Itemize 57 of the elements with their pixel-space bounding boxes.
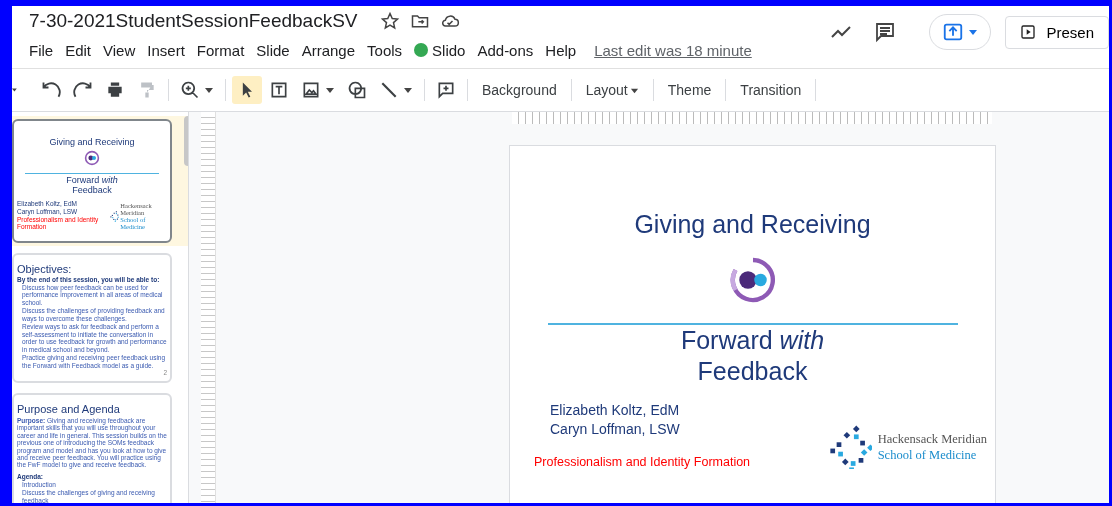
caret-icon [403, 85, 413, 95]
menu-item[interactable]: View [97, 39, 142, 61]
menu-item[interactable]: Edit [59, 39, 98, 61]
present-button[interactable]: Presen [1005, 15, 1109, 49]
slide-title: Giving and Receiving [634, 210, 871, 239]
caret-icon[interactable] [12, 86, 20, 94]
star-icon[interactable] [379, 11, 400, 31]
textbox-icon [269, 80, 289, 100]
menu-item[interactable]: Add-ons [471, 39, 540, 61]
thumbnail-heading: Purpose and Agenda [17, 402, 121, 415]
thumbnail-subtitle: Forward with [65, 176, 119, 186]
author-name: Caryn Loffman, LSW [550, 420, 681, 439]
thumbnail-title: Giving and Receiving [48, 137, 136, 147]
menu-item[interactable]: Insert [141, 39, 191, 61]
menu-item[interactable]: Arrange [295, 39, 362, 61]
play-icon [1020, 24, 1037, 40]
toolbar-button[interactable]: Transition [732, 78, 810, 102]
thumbnail-heading: Objectives: [17, 263, 73, 275]
zoom-icon [180, 80, 200, 100]
menu-item[interactable]: Help [539, 39, 583, 61]
toolbar-button[interactable]: Layout [577, 78, 647, 102]
logo-icon [84, 150, 100, 166]
menu-item[interactable]: Format [190, 39, 251, 61]
logo-text: Hackensack Meridian [877, 431, 987, 447]
author-name: Elizabeth Koltz, EdM [550, 401, 681, 420]
caret-icon [968, 27, 979, 37]
menu-item[interactable]: Slido [408, 39, 472, 61]
caret-icon [325, 85, 335, 95]
print-icon [105, 80, 125, 100]
school-logo-icon [827, 425, 872, 469]
school-logo-icon [109, 209, 120, 222]
line-icon [379, 80, 399, 100]
slide-thumbnail[interactable] [12, 253, 172, 383]
undo-icon [41, 80, 61, 100]
document-title[interactable]: 7-30-2021StudentSessionFeedbackSV [29, 10, 358, 32]
logo-icon [727, 255, 778, 305]
present-to-meeting-button[interactable] [929, 14, 992, 50]
upload-icon [942, 21, 965, 43]
toolbar-button[interactable]: Theme [659, 78, 720, 102]
slido-icon [414, 43, 429, 57]
toolbar-button[interactable]: Background [474, 78, 565, 102]
comment-icon [436, 80, 456, 100]
thumbnail-subtitle: Feedback [71, 185, 113, 196]
slide-subtitle: Forward with [680, 325, 825, 356]
menu-item[interactable]: Tools [361, 39, 409, 61]
slide-subtitle: Feedback [697, 356, 808, 387]
last-edit-link[interactable]: Last edit was 18 minute [594, 41, 752, 59]
menu-item[interactable]: File [23, 39, 60, 61]
select-button[interactable] [232, 76, 262, 104]
slide-footer: Professionalism and Identity Formation [534, 455, 751, 469]
image-icon [301, 80, 321, 100]
logo-text: School of Medicine [877, 447, 978, 463]
slide-thumbnail[interactable] [12, 392, 172, 503]
shape-icon [347, 80, 367, 100]
redo-icon [73, 80, 93, 100]
caret-icon [204, 85, 214, 95]
menu-item[interactable]: Slide [250, 39, 296, 61]
